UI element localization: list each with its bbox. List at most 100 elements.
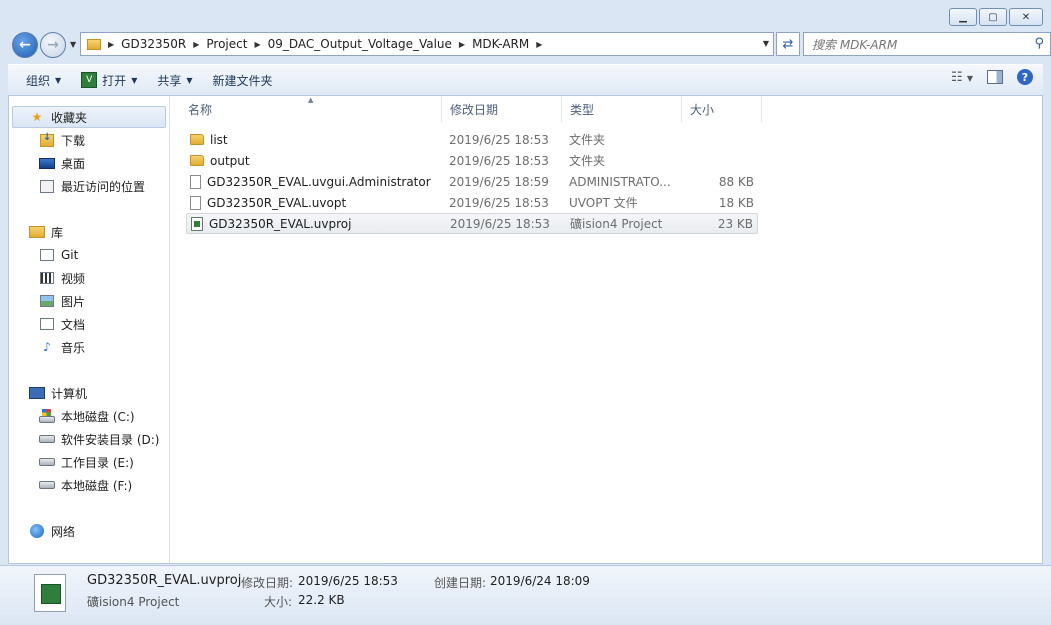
sidebar-item-pictures[interactable]: 图片 xyxy=(39,290,85,312)
share-button[interactable]: 共享 ▼ xyxy=(147,67,202,93)
address-bar[interactable]: ▶ GD32350R ▶ Project ▶ 09_DAC_Output_Vol… xyxy=(80,32,774,56)
file-name: GD32350R_EVAL.uvproj xyxy=(209,216,352,231)
document-icon xyxy=(40,318,54,330)
folder-icon xyxy=(190,155,204,166)
open-button[interactable]: V 打开 ▼ xyxy=(71,67,147,93)
breadcrumb-separator-icon[interactable]: ▶ xyxy=(533,40,545,49)
breadcrumb-mdk-arm[interactable]: MDK-ARM xyxy=(468,37,533,51)
sidebar-item-drive-c[interactable]: 本地磁盘 (C:) xyxy=(39,405,135,427)
file-type: 文件夹 xyxy=(569,133,606,147)
details-modified-value: 2019/6/25 18:53 xyxy=(298,574,398,588)
sidebar-item-drive-e[interactable]: 工作目录 (E:) xyxy=(39,451,134,473)
file-icon xyxy=(190,174,201,189)
help-button[interactable]: ? xyxy=(1017,69,1033,85)
navigation-bar: ← → ▼ ▶ GD32350R ▶ Project ▶ 09_DAC_Outp… xyxy=(8,31,1051,59)
share-label: 共享 xyxy=(157,73,182,88)
sidebar-item-label: 图片 xyxy=(61,294,86,309)
music-icon: ♪ xyxy=(43,340,51,354)
drive-icon xyxy=(39,481,55,489)
back-button[interactable]: ← xyxy=(12,32,38,58)
system-drive-icon xyxy=(39,409,55,423)
forward-arrow-icon: → xyxy=(47,37,59,53)
sidebar-item-desktop[interactable]: 桌面 xyxy=(39,152,85,174)
recent-pages-dropdown[interactable]: ▼ xyxy=(70,40,76,49)
uvproj-icon xyxy=(191,216,203,231)
file-size: 88 KB xyxy=(718,174,754,189)
file-row[interactable]: output 2019/6/25 18:53 文件夹 xyxy=(186,150,758,171)
preview-pane-button[interactable] xyxy=(987,70,1003,84)
sidebar-item-computer[interactable]: 计算机 xyxy=(29,382,87,404)
sidebar-item-label: 下载 xyxy=(61,133,86,148)
details-created-label: 创建日期: xyxy=(434,576,487,590)
refresh-button[interactable]: ⇄ xyxy=(776,32,800,56)
sidebar-item-git[interactable]: Git xyxy=(39,244,78,266)
details-pane: GD32350R_EVAL.uvproj 礦ision4 Project 修改日… xyxy=(0,565,1051,625)
forward-button[interactable]: → xyxy=(40,32,66,58)
address-history-dropdown-icon[interactable]: ▼ xyxy=(763,39,769,48)
maximize-button[interactable]: ▢ xyxy=(979,8,1007,26)
help-icon: ? xyxy=(1021,70,1029,84)
picture-icon xyxy=(40,295,54,307)
sidebar-item-recent-places[interactable]: 最近访问的位置 xyxy=(39,175,145,197)
new-folder-button[interactable]: 新建文件夹 xyxy=(203,67,283,93)
folder-icon xyxy=(190,134,204,145)
sidebar-item-favorites[interactable]: ★ 收藏夹 xyxy=(12,106,166,128)
sidebar-item-libraries[interactable]: 库 xyxy=(29,221,63,243)
sidebar-item-drive-d[interactable]: 软件安装目录 (D:) xyxy=(39,428,159,450)
column-header-label: 修改日期 xyxy=(450,102,499,117)
details-size-value: 22.2 KB xyxy=(298,593,345,607)
caption-buttons: ▁ ▢ ✕ xyxy=(949,8,1043,26)
close-icon: ✕ xyxy=(1021,11,1031,23)
organize-button[interactable]: 组织 ▼ xyxy=(16,67,71,93)
minimize-icon: ▁ xyxy=(959,11,967,23)
sidebar-item-documents[interactable]: 文档 xyxy=(39,313,85,335)
chevron-down-icon: ▼ xyxy=(55,75,62,85)
file-name: GD32350R_EVAL.uvgui.Administrator xyxy=(207,174,431,189)
column-header-name[interactable]: 名称 xyxy=(180,96,442,122)
file-list: ▲ 名称 修改日期 类型 大小 list 2019/6/25 18:53 文件夹… xyxy=(170,96,1042,563)
breadcrumb-separator-icon[interactable]: ▶ xyxy=(105,40,117,49)
breadcrumb-gd32350r[interactable]: GD32350R xyxy=(117,37,190,51)
network-icon xyxy=(30,524,44,538)
sidebar-item-label: 工作目录 (E:) xyxy=(61,455,134,470)
minimize-button[interactable]: ▁ xyxy=(949,8,977,26)
view-list-icon: ☷ xyxy=(951,69,963,85)
breadcrumb-project[interactable]: Project xyxy=(202,37,251,51)
sidebar-item-label: 收藏夹 xyxy=(51,110,88,125)
navigation-pane: ★ 收藏夹 下载 桌面 最近访问的位置 库 Git xyxy=(9,96,170,563)
file-date: 2019/6/25 18:53 xyxy=(449,153,549,168)
file-date: 2019/6/25 18:53 xyxy=(449,132,549,147)
breadcrumb-09-dac[interactable]: 09_DAC_Output_Voltage_Value xyxy=(264,37,456,51)
file-icon xyxy=(190,195,201,210)
sidebar-item-drive-f[interactable]: 本地磁盘 (F:) xyxy=(39,474,132,496)
sidebar-item-label: 库 xyxy=(51,225,64,240)
file-row[interactable]: list 2019/6/25 18:53 文件夹 xyxy=(186,129,758,150)
column-header-type[interactable]: 类型 xyxy=(562,96,682,122)
column-header-size[interactable]: 大小 xyxy=(682,96,762,122)
change-view-button[interactable]: ☷ ▼ xyxy=(951,70,973,85)
sidebar-item-label: 文档 xyxy=(61,317,86,332)
breadcrumb-separator-icon[interactable]: ▶ xyxy=(456,40,468,49)
sidebar-item-label: 计算机 xyxy=(51,386,88,401)
sidebar-item-downloads[interactable]: 下载 xyxy=(39,129,85,151)
organize-label: 组织 xyxy=(26,73,51,88)
file-row[interactable]: GD32350R_EVAL.uvopt 2019/6/25 18:53 UVOP… xyxy=(186,192,758,213)
sidebar-item-label: 桌面 xyxy=(61,156,86,171)
breadcrumb-separator-icon[interactable]: ▶ xyxy=(251,40,263,49)
search-icon[interactable]: ⚲ xyxy=(1034,36,1044,51)
column-header-date[interactable]: 修改日期 xyxy=(442,96,562,122)
sidebar-item-network[interactable]: 网络 xyxy=(29,520,75,542)
file-row[interactable]: GD32350R_EVAL.uvgui.Administrator 2019/6… xyxy=(186,171,758,192)
file-name: GD32350R_EVAL.uvopt xyxy=(207,195,347,210)
refresh-icon: ⇄ xyxy=(782,36,794,52)
toolbar-right: ☷ ▼ ? xyxy=(951,69,1033,85)
uvproj-large-icon xyxy=(34,574,66,612)
sidebar-item-videos[interactable]: 视频 xyxy=(39,267,85,289)
close-button[interactable]: ✕ xyxy=(1009,8,1043,26)
file-date: 2019/6/25 18:53 xyxy=(450,216,550,231)
search-input[interactable] xyxy=(810,34,1024,56)
details-filename: GD32350R_EVAL.uvproj xyxy=(87,573,242,588)
sidebar-item-music[interactable]: ♪ 音乐 xyxy=(39,336,85,358)
file-row-selected[interactable]: GD32350R_EVAL.uvproj 2019/6/25 18:53 礦is… xyxy=(186,213,758,234)
breadcrumb-separator-icon[interactable]: ▶ xyxy=(190,40,202,49)
